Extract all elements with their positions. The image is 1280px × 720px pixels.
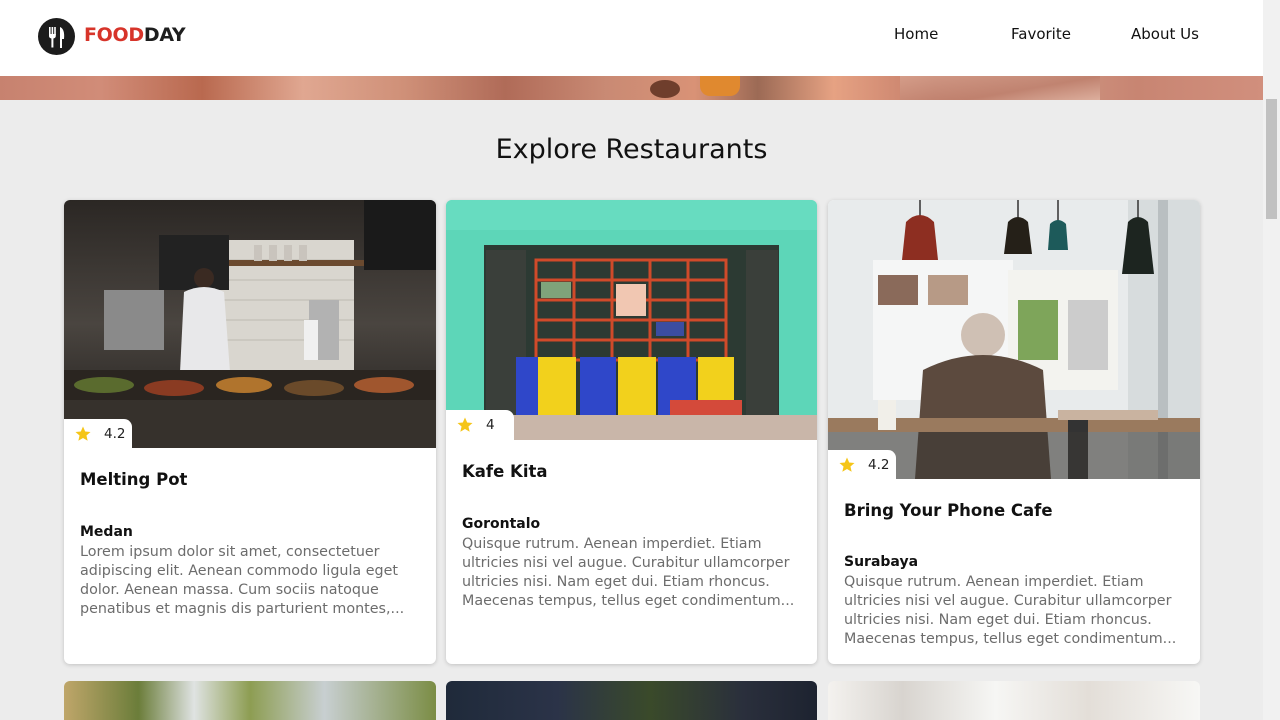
- restaurant-description: Quisque rutrum. Aenean imperdiet. Etiam …: [462, 536, 795, 609]
- rating-badge: 4.2: [828, 450, 896, 480]
- hero-image: [0, 76, 1263, 100]
- restaurant-image: [828, 200, 1200, 479]
- brand-logo-text[interactable]: FOODDAY: [84, 24, 186, 46]
- scrollbar-thumb[interactable]: [1266, 99, 1277, 219]
- restaurant-city: Surabaya: [844, 554, 919, 570]
- rating-value: 4: [486, 417, 495, 433]
- page-title: Explore Restaurants: [495, 134, 768, 165]
- restaurant-image: [64, 200, 436, 448]
- restaurant-card-melting-pot[interactable]: 4.2 Melting Pot Medan Lorem ipsum dolor …: [64, 200, 436, 664]
- restaurant-name: Kafe Kita: [462, 462, 548, 481]
- nav-favorite[interactable]: Favorite: [1011, 25, 1071, 43]
- rating-value: 4.2: [868, 457, 890, 473]
- star-icon: [839, 457, 855, 472]
- rating-badge: 4: [446, 410, 514, 440]
- star-icon: [457, 417, 473, 432]
- star-icon: [75, 426, 91, 441]
- restaurant-card-partial[interactable]: [64, 681, 436, 720]
- restaurant-city: Gorontalo: [462, 516, 541, 532]
- brand-logo-part1: FOOD: [84, 24, 144, 46]
- rating-badge: 4.2: [64, 419, 132, 449]
- restaurant-description: Quisque rutrum. Aenean imperdiet. Etiam …: [844, 574, 1177, 647]
- restaurant-city: Medan: [80, 524, 133, 540]
- app-header: FOODDAY Home Favorite About Us: [0, 0, 1263, 76]
- rating-value: 4.2: [104, 426, 126, 442]
- restaurant-card-partial[interactable]: [446, 681, 817, 720]
- nav-about-us[interactable]: About Us: [1131, 25, 1199, 43]
- logo-icon[interactable]: [38, 18, 75, 55]
- brand-logo-part2: DAY: [143, 24, 186, 46]
- restaurant-card-kafe-kita[interactable]: 4 Kafe Kita Gorontalo Quisque rutrum. Ae…: [446, 200, 817, 664]
- nav-home[interactable]: Home: [894, 25, 938, 43]
- restaurant-card-partial[interactable]: [828, 681, 1200, 720]
- restaurant-card-bring-your-phone-cafe[interactable]: 4.2 Bring Your Phone Cafe Surabaya Quisq…: [828, 200, 1200, 664]
- restaurant-description: Lorem ipsum dolor sit amet, consectetuer…: [80, 544, 405, 617]
- restaurant-name: Bring Your Phone Cafe: [844, 501, 1053, 520]
- restaurant-image: [446, 200, 817, 440]
- restaurant-name: Melting Pot: [80, 470, 188, 489]
